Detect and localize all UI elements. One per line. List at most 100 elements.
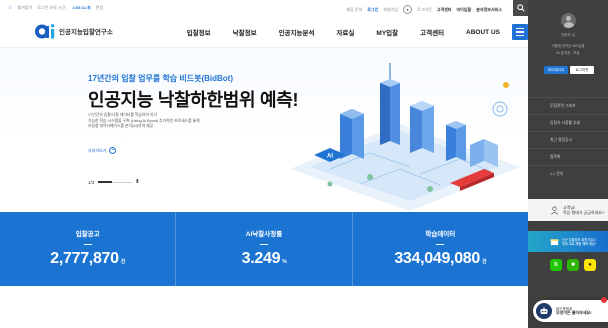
stat-number: 2,777,870 bbox=[50, 250, 119, 267]
chevron-right-icon: › bbox=[600, 103, 602, 109]
logout-link[interactable]: 로그아웃 bbox=[417, 7, 432, 13]
hero-slider-controls: 1/3 II bbox=[88, 179, 138, 185]
sidebar-menu: 투찰관련 그래프 › 입찰자 사정률 추세 › 최근 열람공고 › 찜목록 › 1:1 … bbox=[528, 97, 608, 182]
chatbot-avatar-icon bbox=[536, 303, 552, 319]
nav-my-bidding[interactable]: MY입찰 bbox=[376, 27, 398, 37]
chat-line-strong: 무엇이든 물어보세요! bbox=[556, 310, 592, 315]
stat-value: 2,777,870 건 bbox=[50, 250, 125, 268]
sidebar-question-box[interactable]: 고객님! 학습 형태가 궁금하세요? bbox=[528, 199, 608, 221]
stat-number: 3.249 bbox=[241, 250, 281, 267]
nav-about-us[interactable]: ABOUT US bbox=[466, 29, 500, 36]
notification-badge bbox=[601, 297, 607, 303]
search-button[interactable] bbox=[513, 0, 528, 16]
stat-divider bbox=[436, 244, 445, 245]
top-utility-bar: ☆ 즐겨찾기 로그인 유지 시간 : 2:58:11 초 연장 제휴 문의 로그… bbox=[0, 0, 528, 16]
mypage-button[interactable]: 마이페이지 bbox=[544, 66, 568, 74]
sidebar-item-label: 투찰관련 그래프 bbox=[550, 103, 576, 108]
slide-counter: 1/3 bbox=[88, 179, 95, 185]
stat-training-data: 학습데이터 334,049,080 건 bbox=[353, 212, 528, 286]
sidebar-social-icons: b ■ ● bbox=[550, 259, 596, 271]
naver-cafe-icon[interactable]: ■ bbox=[567, 259, 579, 271]
stat-number: 334,049,080 bbox=[394, 250, 480, 267]
sidebar-profile: 관리자 님 이용권 관리는 MY입찰 AI 분석권 : 보유 마이페이지 로그아… bbox=[528, 0, 608, 97]
chatbot-launcher[interactable]: 비드봇에게 무엇이든 물어보세요! bbox=[533, 300, 608, 322]
right-quick-sidebar: 관리자 님 이용권 관리는 MY입찰 AI 분석권 : 보유 마이페이지 로그아… bbox=[528, 0, 608, 328]
naver-blog-icon[interactable]: b bbox=[550, 259, 562, 271]
question-line: 학습 형태가 궁금하세요? bbox=[563, 210, 605, 215]
sidebar-item-graph[interactable]: 투찰관련 그래프 › bbox=[528, 97, 608, 114]
plus-circle-icon: + bbox=[109, 147, 117, 154]
slide-progress-bar bbox=[98, 181, 133, 183]
signup-link[interactable]: 회원가입 bbox=[383, 7, 398, 13]
logout-button[interactable]: 로그아웃 bbox=[570, 66, 594, 74]
chevron-right-icon: › bbox=[600, 171, 602, 177]
extend-session-link[interactable]: 연장 bbox=[96, 5, 103, 11]
stat-label: 입찰공고 bbox=[75, 231, 100, 238]
stat-label: 학습데이터 bbox=[425, 231, 456, 238]
ai-logo-icon bbox=[34, 23, 56, 39]
chevron-right-icon: › bbox=[600, 137, 602, 143]
sidebar-item-label: 입찰자 사정률 추세 bbox=[550, 120, 581, 125]
nav-ai-analysis[interactable]: 인공지능분석 bbox=[279, 27, 315, 37]
kakaotalk-icon[interactable]: ● bbox=[584, 259, 596, 271]
sidebar-item-label: 최근 열람공고 bbox=[550, 137, 573, 142]
sidebar-item-inquiry[interactable]: 1:1 문의 › bbox=[528, 165, 608, 182]
my-bidding-link[interactable]: 마이입찰 bbox=[457, 7, 472, 13]
sidebar-item-label: 찜목록 bbox=[550, 154, 561, 159]
favorite-link[interactable]: 즐겨찾기 bbox=[17, 5, 32, 11]
sidebar-item-label: 1:1 문의 bbox=[550, 171, 564, 176]
main-nav: 입찰정보 낙찰정보 인공지능분석 자료실 MY입찰 고객센터 ABOUT US bbox=[165, 16, 528, 48]
stat-label: AI낙찰사정률 bbox=[245, 231, 283, 238]
search-icon bbox=[516, 4, 525, 12]
notification-icon[interactable]: ● bbox=[403, 5, 413, 14]
sidebar-item-recent[interactable]: 최근 열람공고 › bbox=[528, 131, 608, 148]
hero-more-label: 자세히보기 bbox=[88, 147, 107, 153]
hero-more-link[interactable]: 자세히보기 + bbox=[88, 147, 117, 154]
stat-value: 334,049,080 건 bbox=[394, 250, 486, 268]
stat-divider bbox=[259, 244, 268, 245]
banner-line: 신규 입찰정보 회원가입시 bbox=[562, 237, 597, 242]
login-link[interactable]: 로그인 bbox=[367, 7, 378, 13]
stat-unit: 건 bbox=[482, 259, 487, 265]
session-timer-label: 로그인 유지 시간 : bbox=[37, 5, 68, 10]
stat-ai-rate: AI낙찰사정률 3.249% bbox=[176, 212, 353, 286]
svg-text:AI: AI bbox=[327, 154, 333, 160]
avatar bbox=[561, 13, 576, 28]
sidebar-greeting-line: 이용권 관리는 MY입찰 bbox=[551, 44, 585, 48]
site-logo[interactable]: 인공지능입찰연구소 bbox=[34, 23, 113, 39]
main-header: 인공지능입찰연구소 입찰정보 낙찰정보 인공지능분석 자료실 MY입찰 고객센터… bbox=[0, 16, 528, 48]
stat-divider bbox=[83, 244, 92, 245]
chevron-right-icon: › bbox=[600, 120, 602, 126]
page-bottom-area bbox=[0, 286, 528, 328]
session-timer-value: 2:58:11 초 bbox=[72, 5, 91, 10]
sidebar-item-trend[interactable]: 입찰자 사정률 추세 › bbox=[528, 114, 608, 131]
stat-value: 3.249% bbox=[242, 250, 287, 268]
sidebar-promo-banner[interactable]: 신규 입찰정보 회원가입시 최대 무료 체험 혜택 제공! bbox=[528, 231, 608, 252]
nav-bid-info[interactable]: 입찰정보 bbox=[187, 27, 211, 37]
nav-award-info[interactable]: 낙찰정보 bbox=[233, 27, 257, 37]
stat-unit: 건 bbox=[120, 259, 126, 265]
nav-archive[interactable]: 자료실 bbox=[336, 27, 354, 37]
analysis-service-link[interactable]: 분석정보서비스 bbox=[476, 7, 502, 13]
sidebar-buttons: 마이페이지 로그아웃 bbox=[544, 66, 594, 74]
sidebar-item-wishlist[interactable]: 찜목록 › bbox=[528, 148, 608, 165]
nav-customer-center[interactable]: 고객센터 bbox=[420, 27, 444, 37]
partner-link[interactable]: 제휴 문의 bbox=[346, 7, 362, 13]
ai-city-illustration: AI bbox=[290, 63, 520, 211]
chevron-right-icon: › bbox=[600, 154, 602, 160]
gift-icon bbox=[550, 239, 559, 246]
banner-line: 최대 무료 체험 혜택 제공! bbox=[562, 241, 596, 246]
pause-icon[interactable]: II bbox=[136, 179, 138, 185]
statistics-band: 입찰공고 2,777,870 건 AI낙찰사정률 3.249% 학습데이터 334… bbox=[0, 212, 528, 286]
person-icon bbox=[551, 206, 558, 215]
logo-text: 인공지능입찰연구소 bbox=[59, 29, 113, 36]
hero-banner: 17년간의 입찰 업무를 학습 비드봇(BidBot) 인공지능 낙찰하한범위 … bbox=[0, 49, 528, 212]
hero-subtitle: 17년간의 입찰 업무를 학습 비드봇(BidBot) bbox=[88, 74, 234, 83]
sidebar-greeting: 관리자 님 bbox=[561, 33, 575, 37]
sidebar-greeting-line: AI 분석권 : 보유 bbox=[556, 51, 580, 55]
hero-title: 인공지능 낙찰하한범위 예측! bbox=[88, 90, 299, 110]
customer-center-link[interactable]: 고객센터 bbox=[437, 7, 452, 13]
favorite-star-icon[interactable]: ☆ bbox=[8, 5, 12, 11]
stat-unit: % bbox=[282, 259, 287, 265]
hamburger-menu-icon[interactable] bbox=[512, 24, 528, 40]
